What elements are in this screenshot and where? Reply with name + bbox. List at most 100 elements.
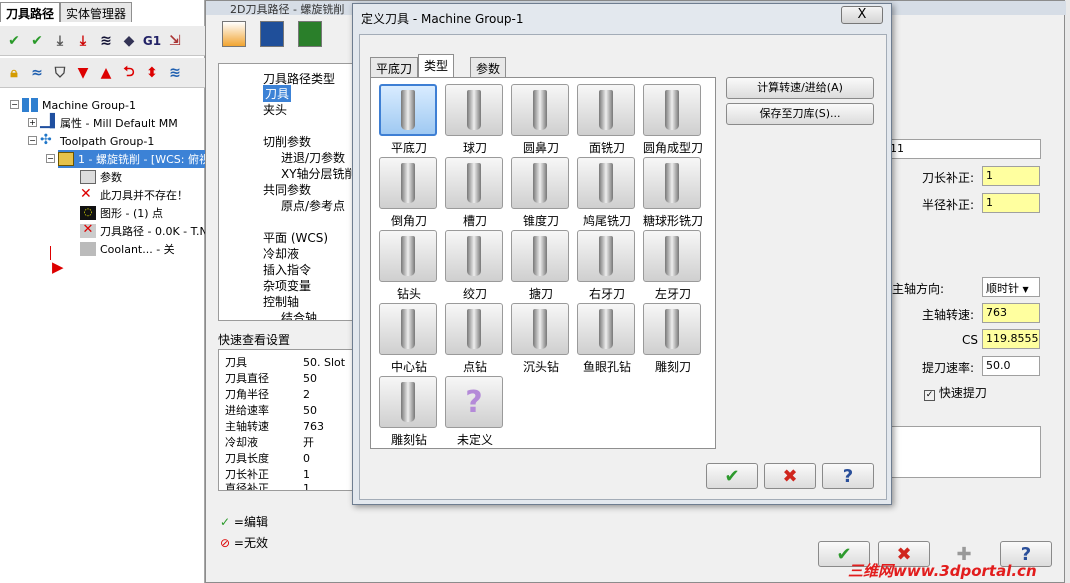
tool-type-left-tap[interactable]: 左牙刀 bbox=[643, 230, 703, 304]
tab-type[interactable]: 类型 bbox=[418, 54, 455, 78]
tree-toolpath-group[interactable]: ✣ Toolpath Group-1 bbox=[40, 132, 154, 150]
cancel-button[interactable]: ✖ bbox=[764, 463, 816, 489]
move-up-icon[interactable]: ▲ bbox=[96, 63, 116, 83]
insert-arrow-icon[interactable]: ⮌ bbox=[119, 63, 139, 83]
length-comp-field[interactable]: 1 bbox=[982, 166, 1040, 186]
import-icon[interactable] bbox=[298, 21, 322, 47]
tool-type-ball-endmill[interactable]: 球刀 bbox=[445, 84, 505, 158]
tree-machine-group[interactable]: Machine Group-1 bbox=[22, 96, 136, 114]
save-to-library-button[interactable]: 保存至刀库(S)... bbox=[726, 103, 874, 125]
tree-item[interactable]: 夹头 bbox=[263, 101, 287, 118]
chamfer-icon bbox=[379, 157, 437, 209]
tool-label: 锥度刀 bbox=[522, 214, 559, 228]
collapse-icon[interactable]: − bbox=[28, 136, 37, 145]
tool-label: 圆角成型刀 bbox=[643, 141, 704, 155]
tab-flat-endmill[interactable]: 平底刀 bbox=[370, 57, 419, 77]
verify-icon[interactable]: ◆ bbox=[119, 31, 139, 51]
collapse-icon[interactable]: − bbox=[46, 154, 55, 163]
tree-item[interactable]: 结合轴 bbox=[281, 309, 317, 320]
tool-type-slot[interactable]: 槽刀 bbox=[445, 157, 505, 231]
tool-shape bbox=[599, 90, 613, 130]
select-invalid-icon[interactable]: ✔ bbox=[27, 31, 47, 51]
tool-type-engrave-drill[interactable]: 雕刻钻 bbox=[379, 376, 439, 448]
regenerate-icon[interactable]: ⤓ bbox=[50, 31, 70, 51]
tool-type-counterbore[interactable]: 鱼眼孔钻 bbox=[577, 303, 637, 377]
comment-box[interactable] bbox=[886, 426, 1041, 478]
tree-tool-missing[interactable]: ✕ 此刀具并不存在！ bbox=[80, 186, 188, 204]
tree-item[interactable]: 共同参数 bbox=[263, 181, 311, 198]
tree-item[interactable]: 杂项变量 bbox=[263, 277, 311, 294]
post-toggle-icon[interactable]: ⛉ bbox=[50, 63, 70, 83]
tree-item[interactable]: 原点/参考点 bbox=[281, 197, 345, 214]
only-display-icon[interactable]: ≋ bbox=[165, 63, 185, 83]
tree-coolant[interactable]: Coolant... - 关 bbox=[80, 240, 175, 258]
tree-geometry[interactable]: ◌ 图形 - (1) 点 bbox=[80, 204, 163, 222]
tool-type-countersink[interactable]: 沉头钻 bbox=[511, 303, 571, 377]
tree-toolpath[interactable]: ✕ 刀具路径 - 0.0K - T.N bbox=[80, 222, 208, 240]
toggle-display-icon[interactable]: ≈ bbox=[27, 63, 47, 83]
lock-icon[interactable]: 🔒︎ bbox=[4, 63, 24, 83]
tool-type-bull-endmill[interactable]: 圆鼻刀 bbox=[511, 84, 571, 158]
tool-shape bbox=[401, 163, 415, 203]
backplot-icon[interactable]: ≋ bbox=[96, 31, 116, 51]
retract-rate-field[interactable]: 50.0 bbox=[982, 356, 1040, 376]
tool-type-drill[interactable]: 钻头 bbox=[379, 230, 439, 304]
tool-type-reamer[interactable]: 绞刀 bbox=[445, 230, 505, 304]
tree-item[interactable]: 冷却液 bbox=[263, 245, 299, 262]
expand-icon[interactable]: ⬍ bbox=[142, 63, 162, 83]
calc-speed-feed-button[interactable]: 计算转速/进给(A) bbox=[726, 77, 874, 99]
geometry-icon: ◌ bbox=[80, 206, 96, 220]
radius-comp-field[interactable]: 1 bbox=[982, 193, 1040, 213]
tool-shape bbox=[533, 309, 547, 349]
save-icon[interactable] bbox=[260, 21, 284, 47]
tab-solids-manager[interactable]: 实体管理器 bbox=[60, 2, 133, 22]
close-button[interactable]: X bbox=[841, 6, 883, 24]
tool-type-undefined[interactable]: ? 未定义 bbox=[445, 376, 505, 448]
tool-name-field[interactable]: 11 bbox=[886, 139, 1041, 159]
move-down-icon[interactable]: ▼ bbox=[73, 63, 93, 83]
tool-type-engrave[interactable]: 雕刻刀 bbox=[643, 303, 703, 377]
select-all-icon[interactable]: ✔ bbox=[4, 31, 24, 51]
insert-line bbox=[50, 246, 51, 260]
ok-button[interactable]: ✔ bbox=[706, 463, 758, 489]
tool-type-dovetail[interactable]: 鸠尾铣刀 bbox=[577, 157, 637, 231]
cs-field[interactable]: 119.8555 bbox=[982, 329, 1040, 349]
tab-toolpaths[interactable]: 刀具路径 bbox=[0, 2, 61, 22]
rapid-retract-checkbox[interactable]: ✓ 快速提刀 bbox=[924, 384, 987, 401]
tool-icon[interactable] bbox=[222, 21, 246, 47]
tool-type-flat-endmill[interactable]: 平底刀 bbox=[379, 84, 439, 158]
tree-item[interactable]: 切削参数 bbox=[263, 133, 311, 150]
tree-item-selected[interactable]: 刀具 bbox=[263, 85, 292, 102]
tree-properties[interactable]: ▁▌ 属性 - Mill Default MM bbox=[40, 114, 178, 132]
tree-item[interactable]: XY轴分层铣削 bbox=[281, 165, 357, 182]
tree-item[interactable]: 控制轴 bbox=[263, 293, 299, 310]
tool-type-face-mill[interactable]: 面铣刀 bbox=[577, 84, 637, 158]
tree-operation-helix-mill[interactable]: 1 - 螺旋铣削 - [WCS: 俯视 bbox=[58, 150, 212, 168]
tab-parameters[interactable]: 参数 bbox=[470, 57, 507, 77]
spindle-dir-select[interactable]: 顺时针 ▼ bbox=[982, 277, 1040, 297]
tool-shape bbox=[467, 90, 481, 130]
tool-type-center-drill[interactable]: 中心钻 bbox=[379, 303, 439, 377]
tool-type-spot-drill[interactable]: 点钻 bbox=[445, 303, 505, 377]
help-button[interactable]: ? bbox=[822, 463, 874, 489]
tree-item[interactable]: 进退/刀参数 bbox=[281, 149, 345, 166]
qv-row: 刀角半径 2 bbox=[225, 388, 310, 401]
tree-item[interactable]: 平面 (WCS) bbox=[263, 229, 328, 246]
tool-type-right-tap[interactable]: 右牙刀 bbox=[577, 230, 637, 304]
regenerate-invalid-icon[interactable]: ⤓ bbox=[73, 31, 93, 51]
tool-type-corner-round[interactable]: 圆角成型刀 bbox=[643, 84, 703, 158]
collapse-icon[interactable]: − bbox=[10, 100, 19, 109]
tool-type-chamfer[interactable]: 倒角刀 bbox=[379, 157, 439, 231]
tree-item[interactable]: 插入指令 bbox=[263, 261, 311, 278]
spindle-speed-field[interactable]: 763 bbox=[982, 303, 1040, 323]
tool-type-taper[interactable]: 锥度刀 bbox=[511, 157, 571, 231]
g1-post-icon[interactable]: G1 bbox=[142, 31, 162, 51]
tree-parameters[interactable]: 参数 bbox=[80, 168, 122, 186]
expand-icon[interactable]: + bbox=[28, 118, 37, 127]
tool-type-lollipop[interactable]: 糖球形铣刀 bbox=[643, 157, 703, 231]
tool-label: 钻头 bbox=[396, 287, 421, 301]
insert-arrow-icon[interactable]: ▶ bbox=[52, 258, 64, 276]
highfeed-icon[interactable]: ⇲ bbox=[165, 31, 185, 51]
tool-type-bore-bar[interactable]: 搪刀 bbox=[511, 230, 571, 304]
tool-label: 右牙刀 bbox=[588, 287, 625, 301]
